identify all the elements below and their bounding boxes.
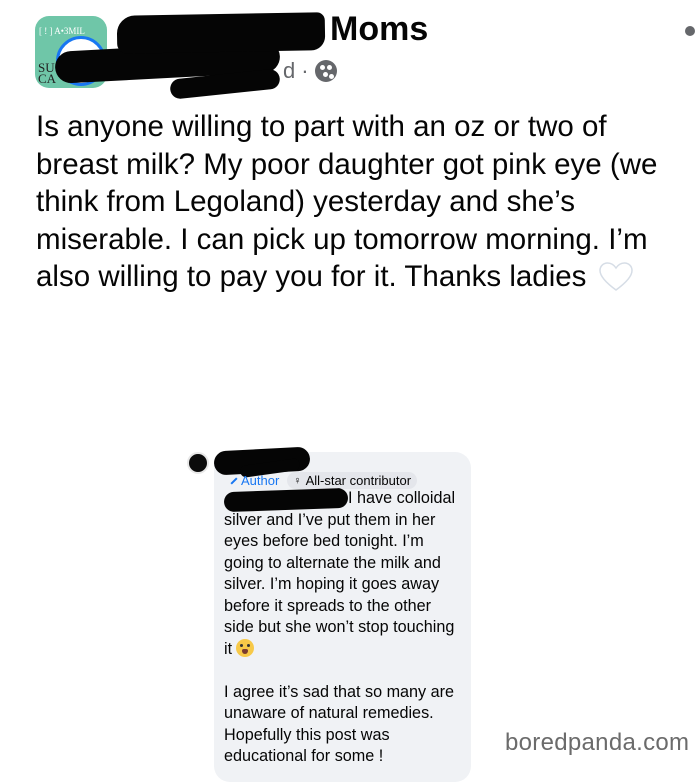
white-heart-icon bbox=[598, 262, 633, 292]
comment-text-part1: I have colloidal silver and I’ve put the… bbox=[224, 489, 460, 658]
pencil-icon bbox=[230, 476, 238, 485]
separator-dot: · bbox=[301, 58, 309, 83]
comment-author-avatar[interactable] bbox=[187, 452, 209, 474]
group-avatar-text-top: [ ! ] A•3MIL bbox=[39, 26, 85, 36]
more-options-icon[interactable] bbox=[685, 26, 695, 36]
redaction-scribble bbox=[116, 12, 326, 54]
post-body-text: Is anyone willing to part with an oz or … bbox=[36, 110, 658, 294]
author-badge-label: Author bbox=[241, 473, 280, 488]
comment-text: I have colloidal silver and I’ve put the… bbox=[224, 488, 464, 768]
post-body: Is anyone willing to part with an oz or … bbox=[36, 108, 686, 296]
contributor-badge-label: All-star contributor bbox=[305, 473, 412, 488]
contributor-badge[interactable]: ♀ All-star contributor bbox=[287, 472, 418, 489]
crying-face-icon bbox=[236, 638, 255, 657]
watermark: boredpanda.com bbox=[505, 729, 690, 756]
group-avatar-text-bottom: SU CA bbox=[38, 60, 57, 86]
trophy-icon: ♀ bbox=[293, 474, 302, 487]
group-privacy-icon bbox=[314, 60, 337, 82]
author-badge: Author bbox=[230, 473, 279, 488]
post-meta: d · bbox=[283, 58, 337, 84]
post-time[interactable]: d bbox=[283, 58, 295, 84]
group-name[interactable]: Moms bbox=[330, 10, 428, 49]
comment-text-part2: I agree it’s sad that so many are unawar… bbox=[224, 682, 459, 766]
comment-badges: Author ♀ All-star contributor bbox=[230, 472, 418, 489]
